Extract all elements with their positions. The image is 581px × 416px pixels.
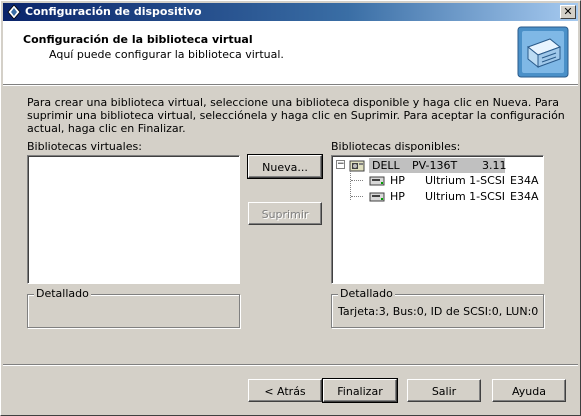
tape-library-icon (349, 160, 365, 172)
drive-2-vendor: HP (390, 190, 405, 203)
header-title: Configuración de la biblioteca virtual (23, 33, 253, 46)
root-revision: 3.11 (482, 159, 507, 172)
tree-node-drive-2[interactable]: HP Ultrium 1-SCSI E34A (336, 189, 539, 205)
device-config-window: Configuración de dispositivo ✕ Configura… (0, 0, 581, 416)
back-button[interactable]: < Atrás (248, 379, 322, 402)
drive-1-revision: E34A (510, 174, 539, 187)
drive-2-revision: E34A (510, 190, 539, 203)
footer-separator (3, 364, 578, 366)
finish-button[interactable]: Finalizar (322, 378, 398, 403)
right-details-label: Detallado (338, 287, 395, 300)
help-button[interactable]: Ayuda (492, 379, 566, 402)
new-button[interactable]: Nueva... (247, 154, 323, 179)
virtual-libraries-label: Bibliotecas virtuales: (27, 140, 142, 153)
app-icon (7, 4, 21, 20)
available-libraries-label: Bibliotecas disponibles: (331, 140, 461, 153)
root-model: PV-136T (412, 159, 458, 172)
collapse-icon[interactable]: − (336, 160, 345, 169)
library-wizard-icon (517, 26, 569, 78)
header-separator (3, 84, 578, 86)
drive-1-model: Ultrium 1-SCSI (425, 174, 506, 187)
window-title: Configuración de dispositivo (25, 5, 202, 18)
tree-branch (351, 180, 363, 181)
right-details-group: Detallado Tarjeta:3, Bus:0, ID de SCSI:0… (331, 287, 544, 328)
title-bar[interactable]: Configuración de dispositivo ✕ (3, 3, 578, 21)
tape-drive-icon (369, 192, 385, 202)
intro-text: Para crear una biblioteca virtual, selec… (27, 96, 565, 135)
drive-1-vendor: HP (390, 174, 405, 187)
header-subtitle: Aquí puede configurar la biblioteca virt… (49, 48, 284, 61)
close-icon: ✕ (563, 5, 573, 18)
tree-node-root[interactable]: − DELL PV-136T 3.11 (336, 158, 536, 174)
drive-2-model: Ultrium 1-SCSI (425, 190, 506, 203)
virtual-libraries-list[interactable] (27, 155, 240, 284)
exit-button[interactable]: Salir (407, 379, 481, 402)
tree-branch (351, 196, 363, 197)
root-vendor: DELL (372, 159, 400, 172)
wizard-header: Configuración de la biblioteca virtual A… (3, 21, 578, 84)
tape-drive-icon (369, 176, 385, 186)
left-details-label: Detallado (34, 287, 91, 300)
left-details-group: Detallado (27, 287, 240, 328)
delete-button[interactable]: Suprimir (248, 202, 322, 225)
tree-node-drive-1[interactable]: HP Ultrium 1-SCSI E34A (336, 173, 539, 189)
device-details-text: Tarjeta:3, Bus:0, ID de SCSI:0, LUN:0 (338, 305, 539, 318)
close-button[interactable]: ✕ (560, 5, 576, 19)
available-libraries-tree[interactable]: − DELL PV-136T 3.11 HP Ultrium 1-SCSI E3… (331, 155, 544, 284)
